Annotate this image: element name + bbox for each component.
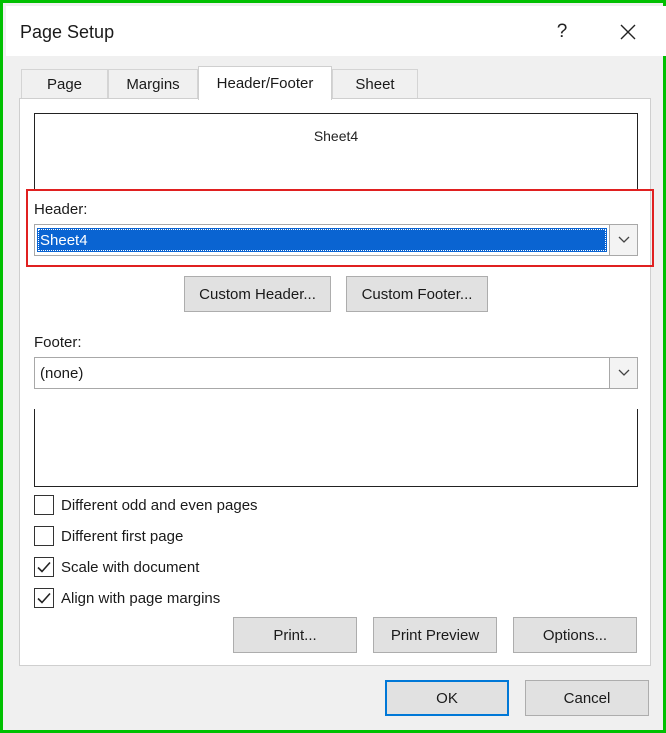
footer-label: Footer: <box>34 334 82 351</box>
checkmark-icon <box>37 561 51 573</box>
tab-page[interactable]: Page <box>21 69 108 99</box>
tab-sheet[interactable]: Sheet <box>332 69 418 99</box>
option-label: Different odd and even pages <box>61 496 258 514</box>
chevron-down-icon <box>618 369 629 376</box>
custom-footer-button[interactable]: Custom Footer... <box>346 276 488 312</box>
checkbox[interactable] <box>34 495 54 515</box>
option-different-odd-even[interactable]: Different odd and even pages <box>34 493 258 517</box>
custom-header-button[interactable]: Custom Header... <box>184 276 331 312</box>
print-button[interactable]: Print... <box>233 617 357 653</box>
help-button[interactable]: ? <box>544 14 580 50</box>
option-scale-with-document[interactable]: Scale with document <box>34 555 199 579</box>
header-dropdown-arrow[interactable] <box>609 225 637 255</box>
header-footer-panel: Sheet4 Header: Sheet4 Custom Header... C… <box>19 98 654 666</box>
header-dropdown-value: Sheet4 <box>37 228 607 252</box>
option-align-with-page-margins[interactable]: Align with page margins <box>34 586 220 610</box>
checkbox[interactable] <box>34 588 54 608</box>
checkbox[interactable] <box>34 526 54 546</box>
ok-button[interactable]: OK <box>385 680 509 716</box>
options-button[interactable]: Options... <box>513 617 637 653</box>
close-button[interactable] <box>610 14 646 50</box>
tab-header-footer[interactable]: Header/Footer <box>198 66 332 100</box>
print-preview-button[interactable]: Print Preview <box>373 617 497 653</box>
chevron-down-icon <box>618 236 629 243</box>
footer-dropdown-value: (none) <box>40 364 84 382</box>
header-preview-text: Sheet4 <box>313 128 359 144</box>
checkmark-icon <box>37 592 51 604</box>
header-label: Header: <box>34 201 88 218</box>
checkbox[interactable] <box>34 557 54 577</box>
header-dropdown[interactable]: Sheet4 <box>34 224 638 256</box>
option-label: Scale with document <box>61 558 200 576</box>
tab-margins[interactable]: Margins <box>108 69 198 99</box>
option-different-first-page[interactable]: Different first page <box>34 524 183 548</box>
page-setup-dialog: Page Setup ? Page Margins Header/Footer … <box>0 0 666 733</box>
title-bar: Page Setup ? <box>6 6 666 56</box>
footer-preview <box>34 409 638 487</box>
footer-dropdown[interactable]: (none) <box>34 357 638 389</box>
dialog-title: Page Setup <box>20 22 115 42</box>
footer-dropdown-arrow[interactable] <box>609 358 637 388</box>
option-label: Align with page margins <box>61 589 221 607</box>
header-preview: Sheet4 <box>34 113 638 191</box>
close-icon <box>620 24 636 40</box>
option-label: Different first page <box>61 527 184 545</box>
cancel-button[interactable]: Cancel <box>525 680 649 716</box>
